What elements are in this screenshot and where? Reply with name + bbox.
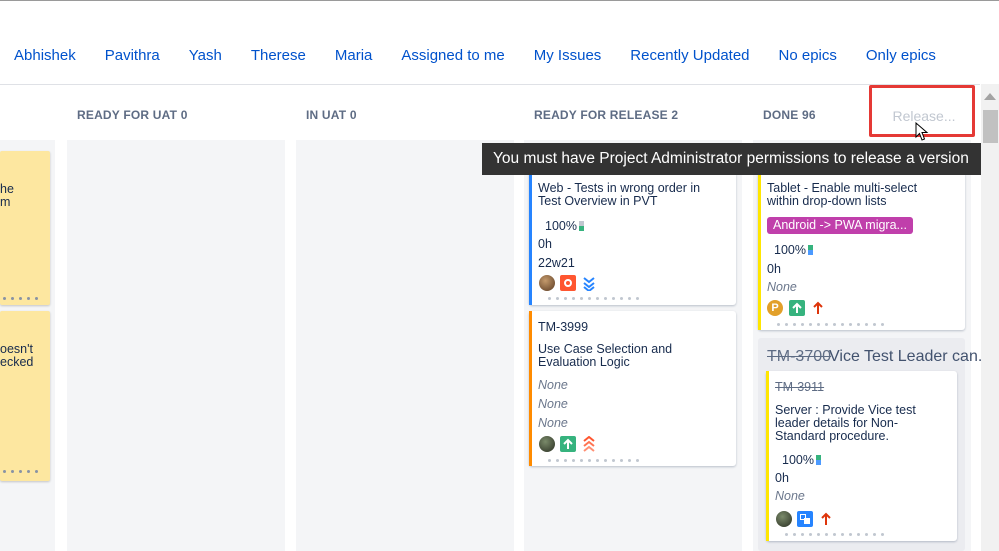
scroll-up-arrow-icon[interactable]: [984, 93, 996, 100]
issue-card-tm-3911[interactable]: TM-3911 Server : Provide Vice test leade…: [766, 371, 957, 541]
issue-key[interactable]: TM-3999: [538, 321, 588, 334]
story-icon: [560, 436, 576, 452]
card-color-bar: [529, 311, 532, 466]
filter-recently-updated[interactable]: Recently Updated: [630, 47, 749, 64]
filter-pavithra[interactable]: Pavithra: [105, 47, 160, 64]
column-ready-for-uat: [67, 140, 285, 551]
issue-key[interactable]: TM-3700: [767, 348, 831, 366]
sprint-label: 22w21: [538, 256, 575, 270]
card-color-bar: [766, 371, 769, 541]
subtask-icon: [797, 511, 813, 527]
field-value: None: [775, 489, 805, 503]
avatar[interactable]: P: [767, 300, 783, 316]
field-value: None: [538, 397, 568, 411]
parent-summary: Vice Test Leader can...: [829, 348, 992, 365]
field-value: None: [538, 378, 568, 392]
priority-high-icon: [813, 301, 823, 314]
priority-highest-icon: [583, 436, 595, 452]
issue-key[interactable]: TM-3911: [775, 381, 824, 394]
filter-no-epics[interactable]: No epics: [779, 47, 837, 64]
progress-row: 100%: [782, 454, 821, 467]
card-summary: Evaluation Logic: [538, 355, 630, 369]
column-header-done: DONE 96: [763, 108, 816, 122]
card-color-bar: [758, 172, 761, 330]
avatar[interactable]: [776, 511, 792, 527]
progress-value: 100%: [782, 453, 814, 467]
filter-maria[interactable]: Maria: [335, 47, 373, 64]
progress-bar-icon: [807, 245, 813, 255]
drag-handle-dots: [785, 533, 884, 536]
drag-handle-dots: [777, 323, 884, 326]
drag-handle-dots: [3, 297, 38, 300]
top-border: [0, 0, 999, 1]
sticky-text: ecked: [0, 355, 34, 369]
filter-therese[interactable]: Therese: [251, 47, 306, 64]
sticky-card[interactable]: he m: [0, 151, 50, 305]
filter-only-epics[interactable]: Only epics: [866, 47, 936, 64]
sticky-text: m: [0, 195, 11, 209]
progress-value: 100%: [545, 219, 577, 233]
field-value: None: [538, 416, 568, 430]
column-in-uat: [296, 140, 514, 551]
card-summary: within drop-down lists: [767, 194, 887, 208]
estimate: 0h: [767, 262, 781, 276]
issue-card-web-tests[interactable]: Web - Tests in wrong order in Test Overv…: [529, 172, 736, 305]
progress-bar-icon: [815, 455, 821, 465]
field-value: None: [767, 280, 797, 294]
column-header-in-uat: IN UAT 0: [306, 108, 357, 122]
filter-abhishek[interactable]: Abhishek: [14, 47, 76, 64]
drag-handle-dots: [548, 459, 639, 462]
avatar[interactable]: [539, 275, 555, 291]
bug-icon: [560, 275, 576, 291]
story-icon: [789, 300, 805, 316]
avatar[interactable]: [539, 436, 555, 452]
priority-lowest-icon: [583, 277, 595, 291]
sticky-card[interactable]: oesn't ecked: [0, 311, 50, 481]
issue-card-tm-3999[interactable]: TM-3999 Use Case Selection and Evaluatio…: [529, 311, 736, 466]
filter-assigned-to-me[interactable]: Assigned to me: [401, 47, 504, 64]
filter-my-issues[interactable]: My Issues: [534, 47, 602, 64]
drag-handle-dots: [548, 297, 639, 300]
epic-badge[interactable]: Android -> PWA migra...: [767, 217, 913, 234]
priority-high-icon: [821, 512, 831, 525]
progress-row: 100%: [545, 220, 584, 233]
vertical-scrollbar[interactable]: [981, 84, 999, 551]
progress-bar-icon: [578, 221, 584, 231]
progress-row: 100%: [774, 244, 813, 257]
card-summary: Standard procedure.: [775, 429, 889, 443]
filter-yash[interactable]: Yash: [189, 47, 222, 64]
estimate: 0h: [775, 471, 789, 485]
progress-value: 100%: [774, 243, 806, 257]
quick-filters: Abhishek Pavithra Yash Therese Maria Ass…: [14, 47, 965, 64]
card-summary: Test Overview in PVT: [538, 194, 658, 208]
estimate: 0h: [538, 237, 552, 251]
issue-card-tablet[interactable]: Tablet - Enable multi-select within drop…: [758, 172, 965, 330]
card-color-bar: [529, 172, 532, 305]
column-header-ready-for-release: READY FOR RELEASE 2: [534, 108, 679, 122]
drag-handle-dots: [3, 470, 38, 473]
column-header-ready-for-uat: READY FOR UAT 0: [77, 108, 188, 122]
scrollbar-thumb[interactable]: [983, 110, 998, 143]
header-divider: [0, 84, 980, 85]
permission-tooltip: You must have Project Administrator perm…: [482, 143, 997, 175]
mouse-cursor-icon: [915, 122, 929, 141]
